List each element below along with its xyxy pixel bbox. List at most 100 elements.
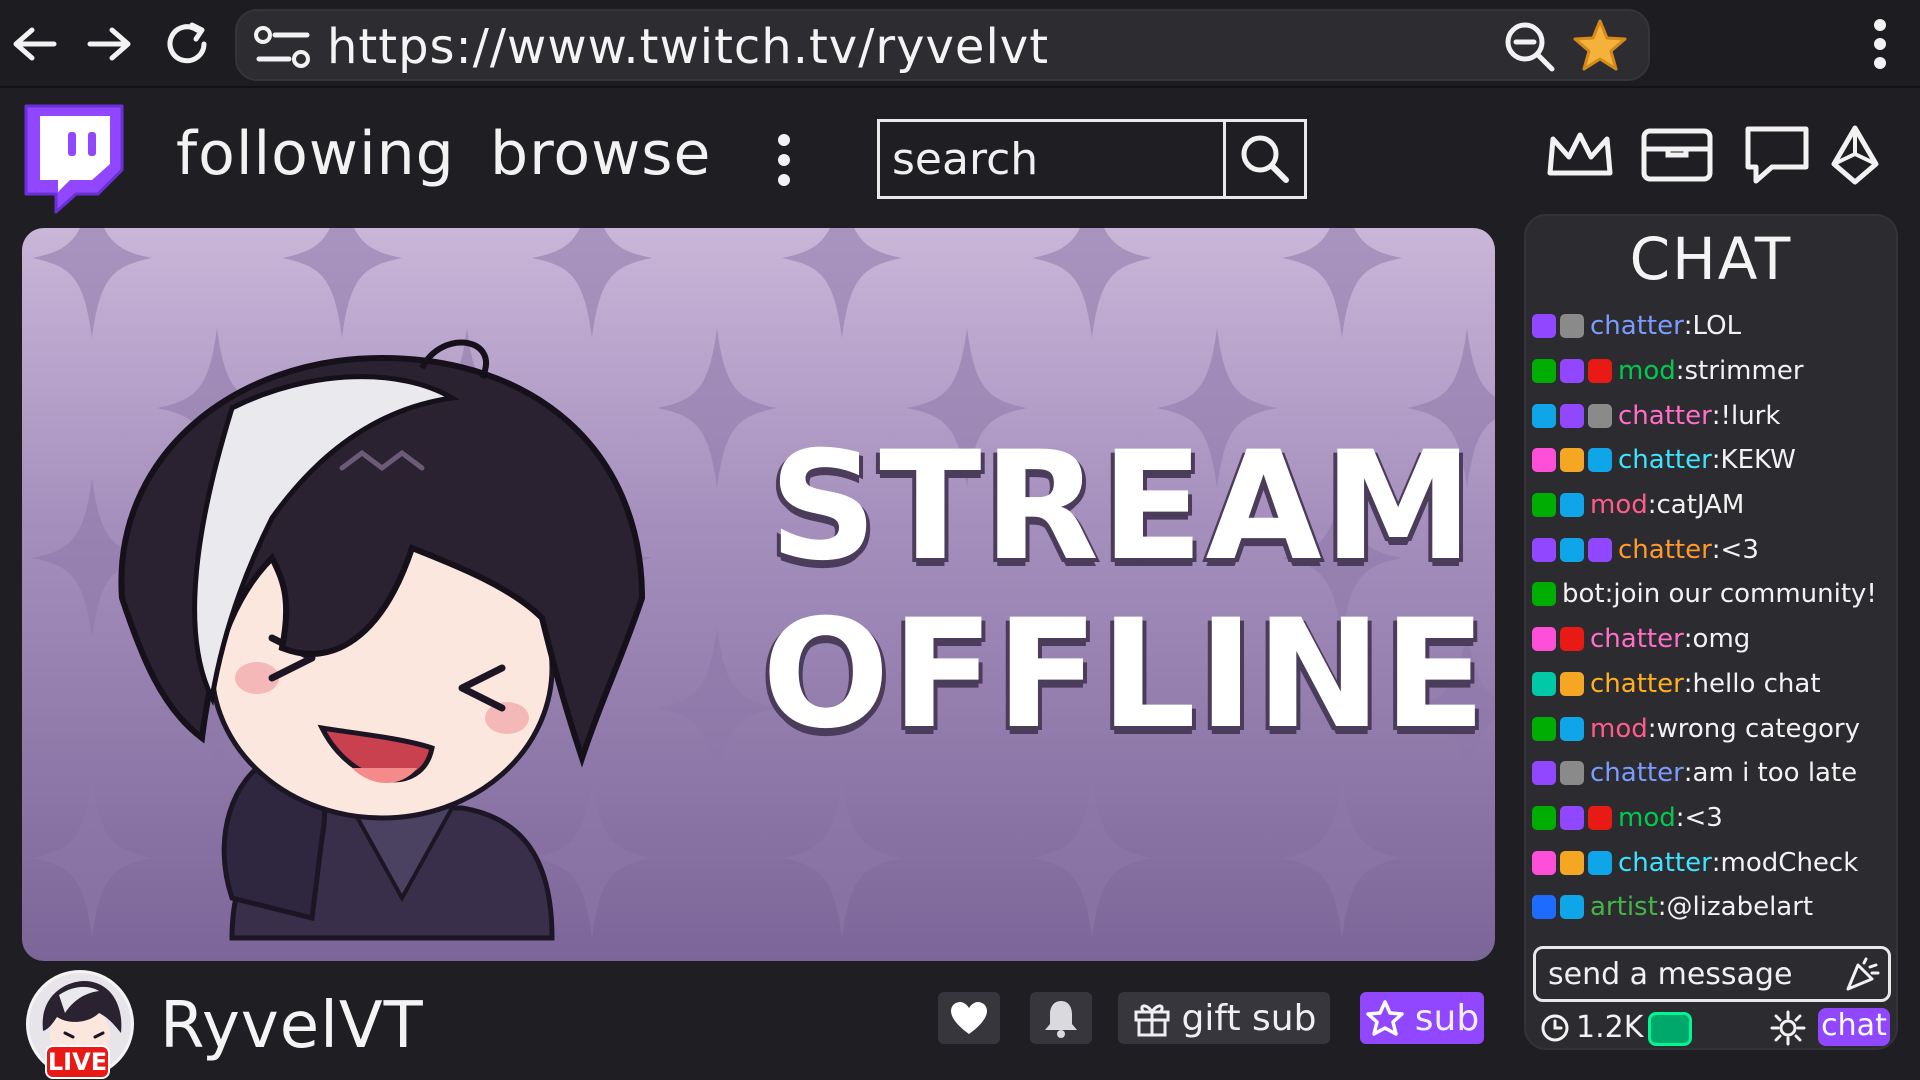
- chat-badge-icon[interactable]: [1532, 537, 1556, 562]
- chat-badge-icon[interactable]: [1588, 850, 1612, 875]
- chat-message[interactable]: chatter: LOL: [1532, 304, 1894, 349]
- back-arrow-icon[interactable]: [4, 14, 64, 74]
- chat-message[interactable]: chatter: am i too late: [1532, 751, 1894, 796]
- chat-badge-icon[interactable]: [1560, 537, 1584, 562]
- chat-badge-icon[interactable]: [1560, 761, 1584, 786]
- chat-username[interactable]: chatter: [1618, 401, 1712, 431]
- chat-message[interactable]: mod: <3: [1532, 796, 1894, 841]
- channel-points-icon[interactable]: [1648, 1012, 1692, 1046]
- search-input[interactable]: [880, 122, 1225, 196]
- chat-badge-icon[interactable]: [1560, 493, 1584, 518]
- chat-badge-icon[interactable]: [1532, 448, 1556, 473]
- chat-badge-icon[interactable]: [1560, 627, 1584, 652]
- chat-badge-icon[interactable]: [1532, 716, 1556, 741]
- chat-badge-icon[interactable]: [1588, 537, 1612, 562]
- chat-badge-icon[interactable]: [1560, 403, 1584, 428]
- chat-badge-icon[interactable]: [1560, 448, 1584, 473]
- chat-message[interactable]: chatter: modCheck: [1532, 840, 1894, 885]
- chat-badge-icon[interactable]: [1532, 403, 1556, 428]
- chat-username[interactable]: artist: [1590, 892, 1658, 922]
- channel-name[interactable]: RyvelVT: [160, 988, 424, 1064]
- chat-badge-icon[interactable]: [1588, 359, 1612, 384]
- twitch-logo-icon[interactable]: [18, 100, 130, 215]
- crown-icon[interactable]: [1545, 120, 1615, 190]
- chat-username[interactable]: mod: [1590, 490, 1648, 520]
- gift-sub-button[interactable]: gift sub: [1118, 992, 1330, 1044]
- forward-arrow-icon[interactable]: [80, 14, 140, 74]
- search-icon[interactable]: [1223, 122, 1304, 196]
- chat-username[interactable]: mod: [1618, 803, 1676, 833]
- chat-username[interactable]: chatter: [1618, 445, 1712, 475]
- chat-username[interactable]: mod: [1618, 356, 1676, 386]
- chat-badge-icon[interactable]: [1560, 359, 1584, 384]
- chat-badge-icon[interactable]: [1532, 850, 1556, 875]
- site-settings-icon[interactable]: [253, 25, 313, 69]
- chat-username[interactable]: chatter: [1590, 669, 1684, 699]
- chat-message[interactable]: mod: catJAM: [1532, 483, 1894, 528]
- chat-username[interactable]: chatter: [1590, 758, 1684, 788]
- chat-message[interactable]: bot: join our community!: [1532, 572, 1894, 617]
- chat-badge-icon[interactable]: [1560, 314, 1584, 339]
- chat-badge-icon[interactable]: [1560, 716, 1584, 741]
- chat-badge-icon[interactable]: [1532, 805, 1556, 830]
- chat-badge-icon[interactable]: [1560, 850, 1584, 875]
- chat-badge-icon[interactable]: [1560, 671, 1584, 696]
- chat-separator: :: [1675, 802, 1685, 833]
- gear-icon[interactable]: [1770, 1010, 1806, 1050]
- chat-badge-icon[interactable]: [1588, 403, 1612, 428]
- chat-badge-icon[interactable]: [1560, 805, 1584, 830]
- follow-heart-button[interactable]: [938, 992, 1000, 1044]
- chat-username[interactable]: chatter: [1618, 535, 1712, 565]
- chat-message-text: <3: [1684, 802, 1723, 833]
- chat-separator: :: [1647, 490, 1657, 521]
- chat-badge-icon[interactable]: [1532, 314, 1556, 339]
- chat-username[interactable]: chatter: [1590, 311, 1684, 341]
- chat-badge-icon[interactable]: [1532, 359, 1556, 384]
- chat-message[interactable]: artist: @lizabelart: [1532, 885, 1894, 930]
- chat-badge-icon[interactable]: [1532, 493, 1556, 518]
- chat-message[interactable]: chatter: omg: [1532, 617, 1894, 662]
- chat-badge-icon[interactable]: [1532, 627, 1556, 652]
- chat-badge-icon[interactable]: [1532, 671, 1556, 696]
- more-menu-icon[interactable]: [764, 130, 804, 190]
- chat-message[interactable]: chatter: hello chat: [1532, 662, 1894, 707]
- chat-badge-icon[interactable]: [1532, 582, 1556, 607]
- bits-icon[interactable]: [1830, 120, 1880, 190]
- chat-message[interactable]: chatter: !lurk: [1532, 393, 1894, 438]
- reload-icon[interactable]: [158, 14, 218, 74]
- chat-send-button[interactable]: chat: [1818, 1008, 1890, 1046]
- nav-following[interactable]: following: [176, 118, 455, 190]
- stream-offline-text: STREAM OFFLINE: [762, 423, 1486, 759]
- chat-input[interactable]: [1536, 949, 1836, 999]
- url-text[interactable]: https://www.twitch.tv/ryvelvt: [327, 21, 1049, 73]
- chat-username[interactable]: chatter: [1590, 624, 1684, 654]
- zoom-out-icon[interactable]: [1502, 19, 1558, 79]
- chat-badge-icon[interactable]: [1532, 761, 1556, 786]
- chat-message-text: LOL: [1692, 311, 1742, 342]
- address-bar[interactable]: https://www.twitch.tv/ryvelvt: [235, 9, 1650, 81]
- live-badge: LIVE: [45, 1045, 110, 1079]
- chat-badge-icon[interactable]: [1532, 895, 1556, 920]
- chat-badge-icon[interactable]: [1588, 448, 1612, 473]
- chat-message[interactable]: chatter: KEKW: [1532, 438, 1894, 483]
- whisper-icon[interactable]: [1742, 120, 1812, 190]
- nav-browse[interactable]: browse: [490, 118, 711, 190]
- kebab-menu-icon[interactable]: [1852, 14, 1908, 74]
- chat-message[interactable]: mod: strimmer: [1532, 349, 1894, 394]
- chat-separator: :: [1657, 892, 1667, 923]
- notification-bell-button[interactable]: [1030, 992, 1092, 1044]
- subscribe-button[interactable]: sub: [1360, 992, 1484, 1044]
- chat-username[interactable]: chatter: [1618, 848, 1712, 878]
- inbox-icon[interactable]: [1640, 120, 1714, 190]
- chat-username[interactable]: mod: [1590, 714, 1648, 744]
- chat-message[interactable]: mod: wrong category: [1532, 706, 1894, 751]
- chat-badge-icon[interactable]: [1560, 895, 1584, 920]
- party-popper-icon[interactable]: [1842, 955, 1882, 995]
- search-box: [877, 119, 1307, 199]
- chat-message[interactable]: chatter: <3: [1532, 527, 1894, 572]
- chat-separator: :: [1683, 624, 1693, 655]
- bookmark-star-icon[interactable]: [1570, 17, 1630, 79]
- video-player[interactable]: STREAM OFFLINE: [22, 228, 1495, 961]
- chat-username[interactable]: bot: [1562, 579, 1605, 609]
- chat-badge-icon[interactable]: [1588, 805, 1612, 830]
